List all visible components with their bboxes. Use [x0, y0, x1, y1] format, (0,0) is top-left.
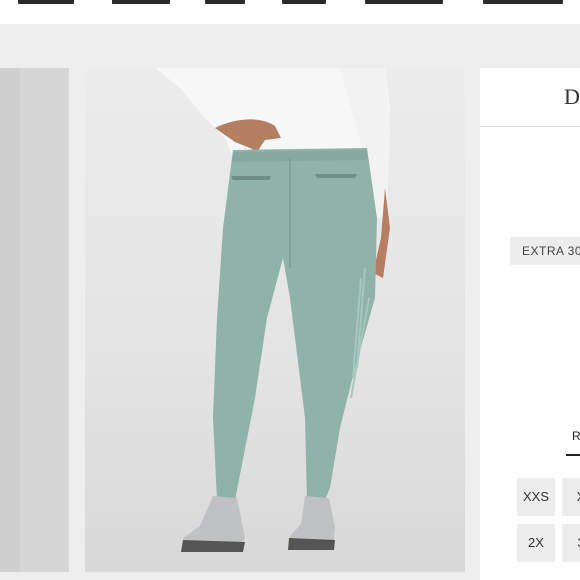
nav-item[interactable] — [205, 0, 245, 4]
size-option-xxs[interactable]: XXS — [517, 478, 555, 516]
top-navigation-bar — [0, 0, 580, 24]
nav-item[interactable] — [18, 0, 74, 4]
product-title: D — [564, 84, 580, 109]
size-tab[interactable]: R — [572, 429, 580, 443]
promo-badge: EXTRA 30% — [510, 237, 580, 265]
thumbnail-photo — [0, 68, 69, 572]
nav-item[interactable] — [483, 0, 563, 4]
size-option-3x[interactable]: 3 — [562, 524, 580, 562]
size-option-xs[interactable]: X — [562, 478, 580, 516]
nav-item[interactable] — [282, 0, 326, 4]
tab-underline — [566, 454, 580, 456]
nav-item[interactable] — [112, 0, 170, 4]
product-thumbnail-image[interactable] — [0, 68, 69, 572]
product-info-panel: D EXTRA 30% R XXS X 2X 3 — [480, 68, 580, 580]
divider — [480, 126, 580, 127]
product-main-image[interactable] — [85, 68, 465, 572]
size-option-2x[interactable]: 2X — [517, 524, 555, 562]
nav-item[interactable] — [365, 0, 443, 4]
model-back-view-photo — [155, 68, 390, 552]
